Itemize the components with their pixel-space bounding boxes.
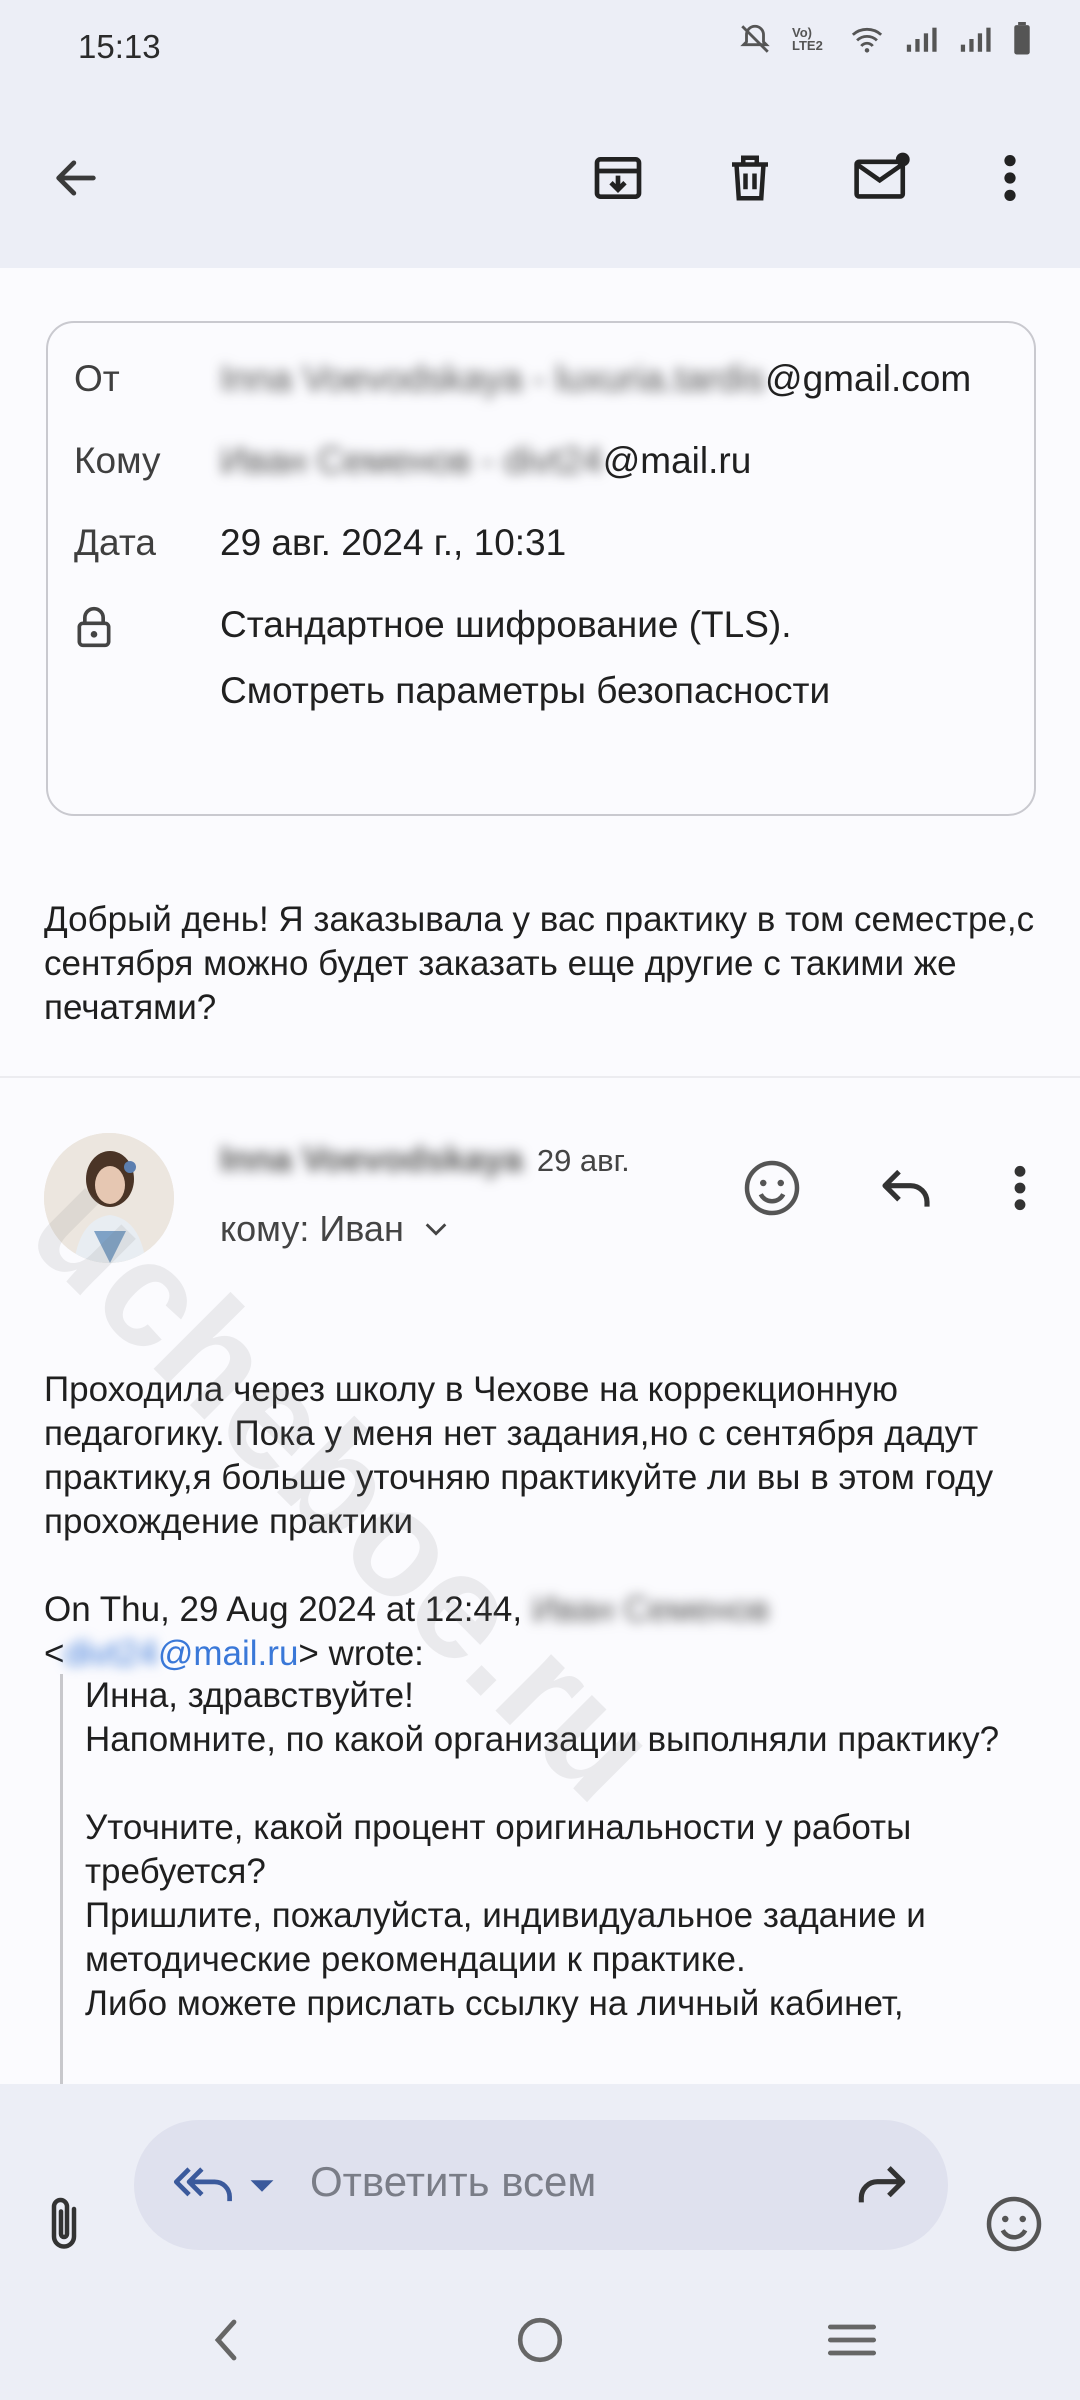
quote-line: Либо можете прислать ссылку на личный ка… [85,1984,904,2023]
attach-button[interactable] [24,2184,104,2264]
message-date: 29 авг. [536,1143,630,1178]
quote-header-name: Иван Семенов [531,1590,770,1629]
forward-icon [858,2166,906,2203]
quote-email-link[interactable]: @mail.ru [158,1634,299,1673]
mark-unread-icon [854,152,910,199]
recipients-toggle[interactable]: кому: Иван [220,1208,450,1250]
sender-line: Inna Voevodskaya 29 авг. [220,1140,630,1180]
network-label: Vo) LTE2 [792,25,823,53]
to-hidden: Иван Семенов - divt24 [220,440,603,481]
archive-icon [594,157,642,199]
quote-line [85,1762,1050,1806]
from-hidden: Inna Voevodskaya - luxuria.tardis [220,358,766,399]
message-more-button[interactable] [980,1148,1060,1228]
reply-placeholder: Ответить всем [310,2158,597,2205]
quote-email-hidden: divt24 [64,1634,158,1673]
date-label: Дата [74,522,156,563]
encryption-text: Стандартное шифрование (TLS). [220,604,792,645]
reply-button[interactable] [866,1148,946,1228]
add-reaction-button[interactable] [732,1148,812,1228]
status-bar: 15:13 Vo) LTE2 [0,0,1080,100]
reply-all-toggle[interactable] [164,2144,244,2224]
first-message-body: Добрый день! Я заказывала у вас практику… [44,900,1035,1027]
status-icons: Vo) LTE2 [738,22,1032,56]
reply-all-icon [173,2167,232,2202]
more-vert-icon [1014,1165,1026,1211]
recipients-text: кому: Иван [220,1208,404,1249]
nav-recents-icon [827,2324,877,2356]
more-vert-icon [1004,155,1016,201]
from-value: Inna Voevodskaya - luxuria.tardis@gmail.… [220,355,971,403]
sender-name: Inna Voevodskaya [220,1140,523,1179]
back-button[interactable] [36,138,116,218]
quote-line: Пришлите, пожалуйста, индивидуальное зад… [85,1896,926,1979]
sender-avatar[interactable] [44,1133,174,1263]
mark-unread-button[interactable] [842,138,922,218]
nav-home-button[interactable] [500,2300,580,2380]
nav-home-icon [517,2317,563,2363]
signal-icon-1 [906,27,937,52]
emoji-button[interactable] [974,2184,1054,2264]
notifications-off-icon [740,24,770,53]
archive-button[interactable] [578,138,658,218]
to-label: Кому [74,440,161,481]
caret-down-icon[interactable] [248,2178,276,2194]
delete-icon [732,155,768,201]
delete-button[interactable] [710,138,790,218]
battery-icon [1014,22,1030,55]
emoji-icon [986,2196,1042,2252]
quote-email-prefix: < [44,1634,65,1673]
message-text: Проходила через школу в Чехове на коррек… [44,1370,994,1541]
quote-email-suffix: > wrote: [298,1634,424,1673]
second-message-body: Проходила через школу в Чехове на коррек… [44,1368,1054,1676]
security-settings-link[interactable]: Смотреть параметры безопасности [220,667,830,715]
quote-line: Напомните, по какой организации выполнял… [85,1720,1000,1759]
quote-email-line: <divt24@mail.ru> wrote: [44,1632,1054,1676]
quote-header-start: On Thu, 29 Aug 2024 at 12:44, [44,1590,523,1629]
signal-icon-2 [960,27,991,52]
chevron-down-icon [425,1223,447,1236]
nav-back-button[interactable] [186,2300,266,2380]
quoted-text: Инна, здравствуйте! Напомните, по какой … [60,1674,1050,2084]
forward-button[interactable] [842,2144,922,2224]
reply-icon [882,1169,930,1207]
date-value: 29 авг. 2024 г., 10:31 [220,522,567,563]
back-arrow-icon [56,160,96,196]
lock-icon [74,605,204,661]
message-divider [0,1076,1080,1078]
nav-back-icon [214,2319,237,2361]
app-bar [0,100,1080,268]
to-domain: @mail.ru [602,440,752,481]
reply-all-input[interactable]: Ответить всем [134,2120,948,2250]
to-value: Иван Семенов - divt24@mail.ru [220,437,751,485]
quote-header: On Thu, 29 Aug 2024 at 12:44, Иван Семен… [44,1588,1054,1632]
from-domain: @gmail.com [765,358,972,399]
system-nav-bar [0,2290,1080,2400]
message-details-card: От Inna Voevodskaya - luxuria.tardis@gma… [46,321,1036,816]
wifi-icon [851,27,883,53]
emoji-icon [744,1160,800,1216]
more-options-button[interactable] [970,138,1050,218]
quote-line: Уточните, какой процент оригинальности у… [85,1808,912,1891]
quote-line: Инна, здравствуйте! [85,1676,414,1715]
nav-recents-button[interactable] [812,2300,892,2380]
attachment-icon [51,2197,77,2249]
from-label: От [74,358,120,399]
status-time: 15:13 [78,28,161,65]
